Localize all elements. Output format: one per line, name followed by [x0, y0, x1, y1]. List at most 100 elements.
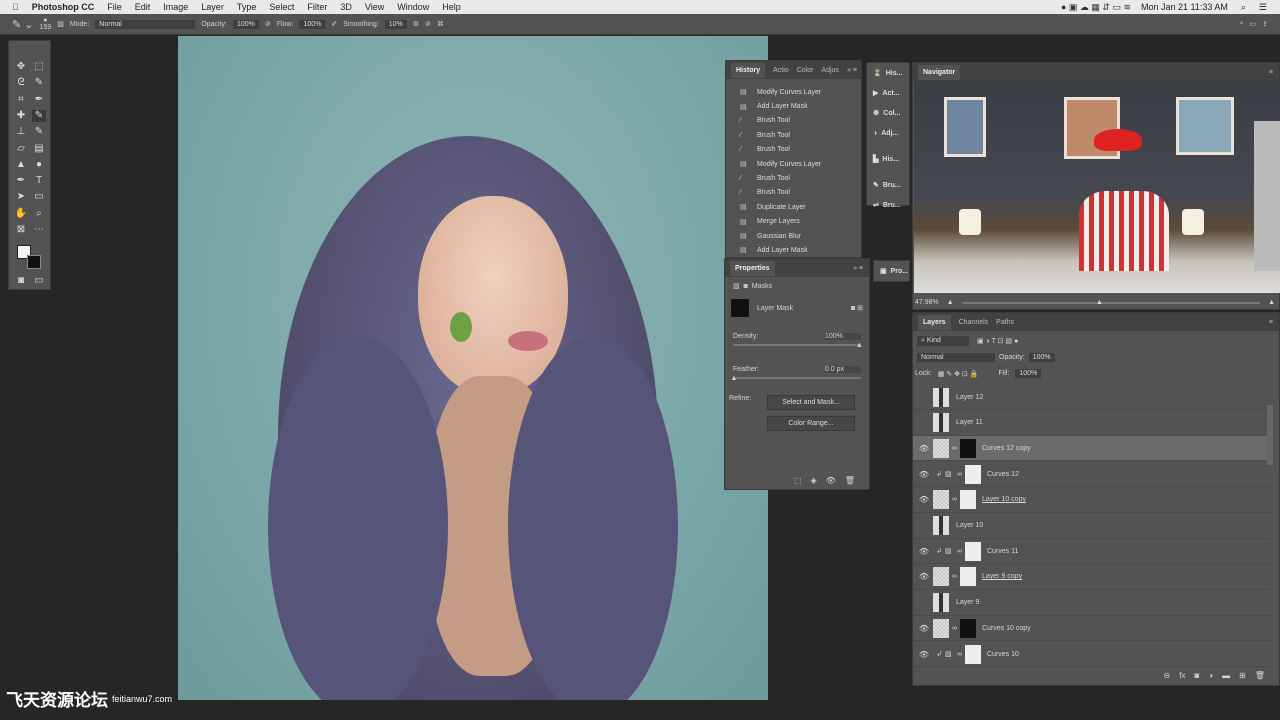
menu-window[interactable]: Window: [397, 2, 429, 12]
layer-name[interactable]: Layer 10 copy: [982, 496, 1026, 503]
layers-scrollbar[interactable]: [1267, 405, 1273, 465]
layer-row[interactable]: 👁 ↲ ▨ ∞ Curves 11: [913, 539, 1271, 565]
apple-icon[interactable]: : [12, 2, 19, 12]
dock-button-2[interactable]: ☸ Col...: [867, 103, 909, 123]
eyedropper-tool-icon[interactable]: ✒: [32, 94, 46, 106]
menu-layer[interactable]: Layer: [201, 2, 224, 12]
navigator-zoom-value[interactable]: 47.98%: [915, 299, 939, 306]
mask-icon[interactable]: ◙: [744, 283, 748, 290]
layer-mask-thumbnail[interactable]: [960, 490, 976, 510]
trash-icon[interactable]: 🗑: [1255, 671, 1265, 680]
zoom-in-icon[interactable]: ▲: [1268, 299, 1275, 306]
share-icon[interactable]: ⇪: [1262, 20, 1268, 28]
properties-tab[interactable]: Properties: [730, 260, 775, 276]
density-slider[interactable]: ▲: [733, 342, 863, 349]
menu-select[interactable]: Select: [269, 2, 294, 12]
stamp-tool-icon[interactable]: ⊥: [14, 126, 28, 138]
layer-row[interactable]: Layer 10: [913, 514, 1271, 539]
background-color-swatch[interactable]: [27, 255, 41, 269]
eraser-tool-icon[interactable]: ▱: [14, 143, 28, 155]
navigator-preview[interactable]: [914, 81, 1280, 293]
history-item[interactable]: ▤ Gaussian Blur: [726, 229, 861, 243]
workspace-icon[interactable]: ▭: [1250, 20, 1257, 28]
brush-panel-toggle-icon[interactable]: ▨: [57, 20, 64, 28]
layer-row[interactable]: Layer 12: [913, 385, 1271, 410]
app-name[interactable]: Photoshop CC: [32, 2, 95, 12]
spotlight-icon[interactable]: ⌕: [1241, 2, 1246, 13]
layer-mask-thumbnail[interactable]: [960, 438, 976, 458]
dock-button-1[interactable]: ▶ Act...: [867, 83, 909, 103]
smoothing-input[interactable]: 10%: [384, 19, 407, 29]
healing-tool-icon[interactable]: ✚: [14, 110, 28, 122]
visibility-eye-icon[interactable]: 👁: [915, 624, 933, 633]
navigator-tab[interactable]: Navigator: [918, 64, 961, 80]
marquee-tool-icon[interactable]: ⬚: [32, 61, 46, 73]
flow-input[interactable]: 100%: [299, 19, 326, 29]
pixel-mask-icon[interactable]: ▨: [733, 282, 740, 290]
properties-panel-button[interactable]: ▣ Pro...: [874, 261, 909, 281]
zoom-slider[interactable]: ▲: [961, 299, 1261, 306]
panel-menu-icon[interactable]: ≡: [1269, 69, 1273, 76]
dock-button-6[interactable]: ⇌ Bru...: [867, 195, 909, 215]
layer-row[interactable]: 👁 ∞ Layer 9 copy: [913, 565, 1271, 590]
fill-input[interactable]: 100%: [1015, 369, 1042, 378]
layer-row[interactable]: 👁 ∞ Curves 12 copy: [913, 436, 1271, 462]
panel-menu-icon[interactable]: » ≡: [853, 265, 863, 272]
layer-name[interactable]: Curves 11: [987, 548, 1018, 555]
opacity-input[interactable]: 100%: [232, 19, 259, 29]
screen-mode-icon[interactable]: ▭: [32, 275, 46, 287]
frame-tool-icon[interactable]: ⊠: [14, 224, 28, 236]
brush-tool-icon[interactable]: ✎ ⌄: [12, 18, 34, 31]
path-select-tool-icon[interactable]: ➤: [14, 191, 28, 203]
layer-name[interactable]: Layer 10: [956, 522, 983, 529]
menu-image[interactable]: Image: [163, 2, 188, 12]
layer-mask-thumbnail[interactable]: [960, 567, 976, 587]
link-icon[interactable]: ∞: [952, 445, 960, 452]
dock-button-0[interactable]: ⌛ His...: [867, 63, 909, 83]
shape-tool-icon[interactable]: ▭: [32, 191, 46, 203]
tab-history[interactable]: History: [731, 62, 766, 78]
load-selection-icon[interactable]: ⬚: [794, 476, 802, 485]
blur-tool-icon[interactable]: ▲: [14, 159, 28, 171]
layer-row[interactable]: Layer 11: [913, 411, 1271, 436]
layer-filter-select[interactable]: ⌕ Kind: [917, 336, 969, 346]
panel-menu-icon[interactable]: » ≡: [847, 67, 857, 74]
gear-icon[interactable]: ⚙: [413, 20, 419, 28]
history-item[interactable]: ⁄ Brush Tool: [726, 114, 861, 128]
panel-menu-icon[interactable]: ≡: [1269, 319, 1273, 326]
layer-mask-thumbnail[interactable]: [965, 464, 981, 484]
layer-mask-thumbnail[interactable]: [965, 541, 981, 561]
lock-icons[interactable]: ▦ ✎ ✥ ⊡ 🔒: [938, 370, 979, 378]
history-item[interactable]: ▤ Modify Curves Layer: [726, 85, 861, 99]
visibility-icon[interactable]: 👁: [826, 476, 836, 485]
blend-mode-select[interactable]: Normal: [917, 353, 995, 362]
move-tool-icon[interactable]: ✥: [14, 61, 28, 73]
history-item[interactable]: ⁄ Brush Tool: [726, 171, 861, 185]
layer-row[interactable]: Layer 9: [913, 591, 1271, 616]
menu-type[interactable]: Type: [237, 2, 257, 12]
density-input[interactable]: 100%: [825, 333, 861, 340]
layer-name[interactable]: Layer 11: [956, 419, 983, 426]
gradient-tool-icon[interactable]: ▤: [32, 143, 46, 155]
new-layer-icon[interactable]: ⊞: [1239, 671, 1246, 680]
menu-file[interactable]: File: [107, 2, 122, 12]
symmetry-icon[interactable]: ⌘: [437, 20, 444, 28]
feather-input[interactable]: 0.0 px: [825, 366, 861, 373]
visibility-eye-icon[interactable]: 👁: [915, 470, 933, 479]
tab-layers[interactable]: Layers: [918, 314, 951, 330]
new-group-icon[interactable]: ▬: [1222, 671, 1230, 680]
notification-icon[interactable]: ☰: [1259, 2, 1267, 13]
search-icon[interactable]: ⌕: [1240, 20, 1244, 28]
select-mask-icon[interactable]: ◙ ⊞: [851, 304, 863, 312]
layer-mask-thumbnail[interactable]: [965, 644, 981, 664]
layer-row[interactable]: 👁 ↲ ▨ ∞ Curves 12: [913, 462, 1271, 488]
crop-tool-icon[interactable]: ⌗: [14, 94, 28, 106]
adjustment-layer-icon[interactable]: ◑: [1208, 671, 1213, 680]
status-icons[interactable]: ● ▣ ☁ ▦ ⇵ ▭ ≋: [1061, 2, 1131, 13]
hand-tool-icon[interactable]: ✋: [14, 208, 28, 220]
layer-mask-thumbnail[interactable]: [960, 618, 976, 638]
pen-tool-icon[interactable]: ✒: [14, 175, 28, 187]
fx-icon[interactable]: fx: [1179, 671, 1185, 680]
visibility-eye-icon[interactable]: 👁: [915, 572, 933, 581]
history-item[interactable]: ▤ Modify Curves Layer: [726, 157, 861, 171]
